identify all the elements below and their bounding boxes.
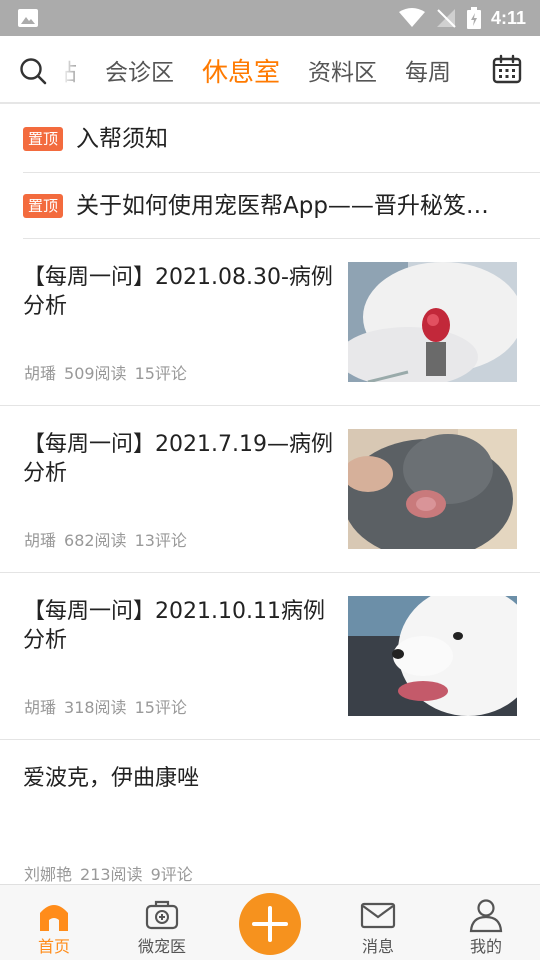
bottom-tab-bar: 首页 微宠医 消息 我的	[0, 884, 540, 960]
post-comments: 13评论	[134, 531, 187, 550]
clock: 4:11	[490, 7, 526, 28]
post-reads: 682阅读	[64, 531, 127, 550]
tab-home[interactable]: 首页	[0, 885, 108, 960]
tab-profile[interactable]: 我的	[432, 885, 540, 960]
pinned-badge: 置顶	[23, 127, 64, 151]
home-icon	[40, 905, 68, 931]
tab-label: 首页	[37, 937, 70, 956]
post-title: 【每周一问】2021.10.11病例分析	[23, 599, 325, 653]
no-signal-icon	[436, 9, 456, 28]
pinned-post[interactable]: 置顶 关于如何使用宠医帮App——晋升秘笈…	[0, 173, 540, 240]
tab-label: 微宠医	[137, 937, 186, 956]
wifi-icon	[398, 8, 425, 27]
post-author: 胡璠	[24, 364, 57, 383]
image-notification-icon	[18, 9, 38, 27]
tab-lounge[interactable]: 休息室	[202, 52, 280, 89]
post-item[interactable]: 【每周一问】2021.7.19—病例分析 胡璠 682阅读 13评论	[0, 406, 540, 573]
create-post-button[interactable]	[239, 893, 301, 955]
mail-icon	[360, 902, 396, 929]
medical-kit-icon	[145, 900, 179, 930]
post-title: 【每周一问】2021.08.30-病例分析	[23, 265, 333, 319]
post-item[interactable]: 【每周一问】2021.10.11病例分析 胡璠 318阅读 15评论	[0, 573, 540, 740]
post-meta: 胡璠 318阅读 15评论	[24, 694, 195, 718]
pinned-post-title: 入帮须知	[76, 126, 168, 152]
tab-messages[interactable]: 消息	[324, 885, 432, 960]
post-author: 胡璠	[24, 698, 57, 717]
post-meta: 刘娜艳 213阅读 9评论	[24, 861, 201, 885]
post-comments: 15评论	[134, 364, 187, 383]
post-thumbnail	[348, 596, 517, 716]
top-navigation: 帖 会诊区 休息室 资料区 每周	[0, 36, 540, 104]
status-bar: 4:11	[0, 0, 540, 36]
post-reads: 318阅读	[64, 698, 127, 717]
pinned-post[interactable]: 置顶 入帮须知	[0, 106, 540, 173]
tab-label: 我的	[469, 937, 502, 956]
plus-icon	[252, 906, 288, 942]
tab-weekly[interactable]: 每周	[405, 53, 451, 87]
tabs-fade-left	[64, 36, 90, 102]
post-author: 刘娜艳	[24, 865, 73, 884]
post-comments: 9评论	[150, 865, 193, 884]
tab-label: 消息	[361, 937, 394, 956]
post-title: 爱波克，伊曲康唑	[23, 766, 200, 791]
tab-resources[interactable]: 资料区	[308, 53, 377, 87]
post-thumbnail	[348, 429, 517, 549]
user-icon	[469, 899, 503, 933]
category-tabs: 帖 会诊区 休息室 资料区 每周	[64, 36, 478, 104]
post-item[interactable]: 【每周一问】2021.08.30-病例分析 胡璠 509阅读 15评论	[0, 239, 540, 406]
post-comments: 15评论	[134, 698, 187, 717]
battery-icon	[466, 7, 481, 29]
pinned-badge: 置顶	[23, 194, 64, 218]
tab-micro-vet[interactable]: 微宠医	[108, 885, 216, 960]
post-reads: 509阅读	[64, 364, 127, 383]
tabs-fade-right	[450, 36, 478, 102]
search-icon[interactable]	[18, 56, 48, 86]
calendar-icon[interactable]	[492, 54, 522, 84]
post-title: 【每周一问】2021.7.19—病例分析	[23, 432, 333, 486]
post-author: 胡璠	[24, 531, 57, 550]
post-meta: 胡璠 509阅读 15评论	[24, 360, 195, 384]
post-reads: 213阅读	[80, 865, 143, 884]
post-thumbnail	[348, 262, 517, 382]
post-meta: 胡璠 682阅读 13评论	[24, 527, 195, 551]
tab-consultation[interactable]: 会诊区	[105, 53, 174, 87]
post-item[interactable]: 爱波克，伊曲康唑 刘娜艳 213阅读 9评论	[0, 740, 540, 885]
pinned-post-title: 关于如何使用宠医帮App——晋升秘笈…	[76, 193, 489, 219]
